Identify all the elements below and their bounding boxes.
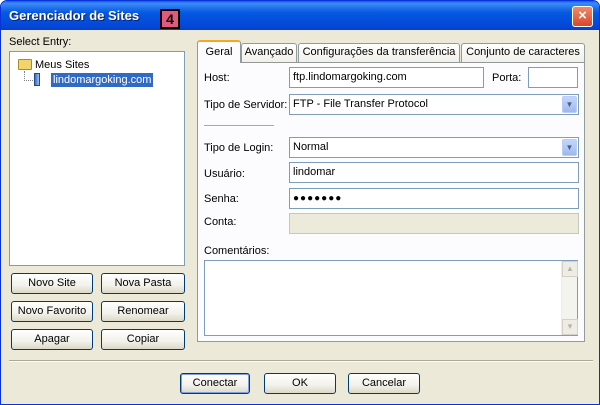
step-badge: 4 [160,9,180,29]
cancelar-button[interactable]: Cancelar [348,373,420,394]
renomear-button[interactable]: Renomear [101,301,185,322]
footer-separator [9,360,593,362]
porta-label: Porta: [492,72,522,84]
title-bar[interactable]: Gerenciador de Sites × [1,1,599,30]
tree-item-label: Meus Sites [35,59,90,71]
conta-label: Conta: [204,216,237,228]
senha-label: Senha: [204,193,239,205]
chevron-down-icon[interactable]: ▼ [562,96,577,113]
senha-input[interactable]: ●●●●●●● [289,188,579,209]
scroll-down-icon[interactable]: ▼ [562,319,578,335]
conta-input [289,213,579,234]
host-input[interactable]: ftp.lindomargoking.com [289,67,484,88]
tipo-servidor-label: Tipo de Servidor: [204,99,288,111]
tab-geral[interactable]: Geral [197,40,241,63]
tree-item-label: lindomargoking.com [51,73,154,87]
tipo-login-value: Normal [293,141,329,153]
apagar-button[interactable]: Apagar [11,329,93,350]
site-tree[interactable]: Meus Sites lindomargoking.com [9,51,185,266]
tree-connector [24,80,33,81]
tipo-login-label: Tipo de Login: [204,142,274,154]
porta-input[interactable] [528,67,578,88]
usuario-label: Usuário: [204,168,245,180]
usuario-input[interactable]: lindomar [289,162,579,183]
novo-favorito-button[interactable]: Novo Favorito [11,301,93,322]
host-label: Host: [204,72,230,84]
comentarios-textarea[interactable]: ▲ ▼ [204,260,578,336]
novo-site-button[interactable]: Novo Site [11,273,93,294]
window-title: Gerenciador de Sites [9,8,140,23]
tipo-login-select[interactable]: Normal ▼ [289,137,579,158]
site-manager-window: Gerenciador de Sites × 4 Select Entry: M… [0,0,600,405]
select-entry-label: Select Entry: [9,36,72,48]
folder-icon [18,59,32,70]
comentarios-scrollbar[interactable]: ▲ ▼ [561,261,578,335]
copiar-button[interactable]: Copiar [101,329,185,350]
tab-configuracoes-transferencia[interactable]: Configurações da transferência [298,43,460,62]
conectar-button[interactable]: Conectar [180,373,250,394]
tab-avancado[interactable]: Avançado [241,43,297,62]
ok-button[interactable]: OK [264,373,336,394]
comentarios-label: Comentários: [204,245,270,257]
nova-pasta-button[interactable]: Nova Pasta [101,273,185,294]
chevron-down-icon[interactable]: ▼ [562,139,577,156]
tipo-servidor-value: FTP - File Transfer Protocol [293,98,428,110]
server-icon [34,73,40,86]
scroll-up-icon[interactable]: ▲ [562,261,578,277]
separator [204,125,274,127]
tab-conjunto-caracteres[interactable]: Conjunto de caracteres [461,43,585,62]
close-button[interactable]: × [572,6,593,27]
tipo-servidor-select[interactable]: FTP - File Transfer Protocol ▼ [289,94,579,115]
